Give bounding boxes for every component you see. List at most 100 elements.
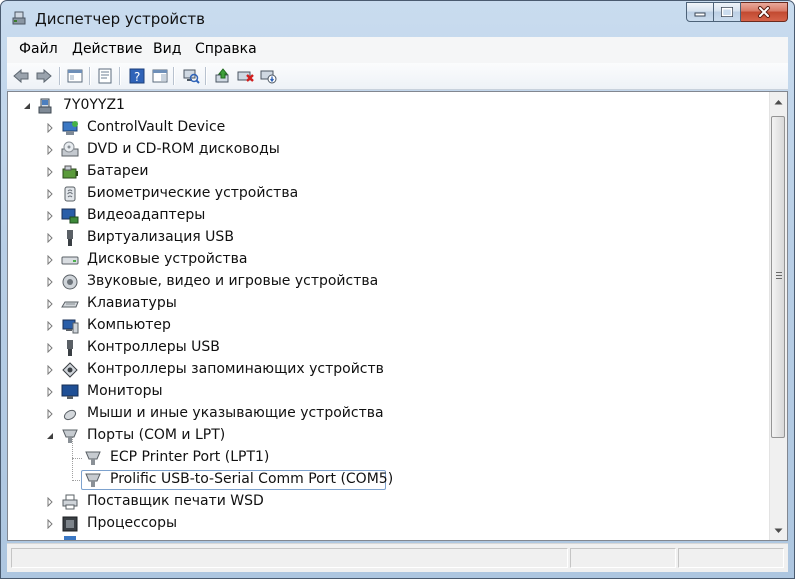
storage-controller-icon bbox=[62, 362, 78, 378]
keyboard-icon bbox=[61, 301, 79, 308]
disable-button[interactable] bbox=[259, 66, 279, 86]
back-button[interactable] bbox=[11, 66, 31, 86]
tree-child-ecp-port[interactable]: ECP Printer Port (LPT1) bbox=[8, 447, 748, 469]
console-tree-button[interactable] bbox=[65, 66, 85, 86]
port-connector-icon bbox=[85, 473, 101, 487]
expand-arrow-icon[interactable] bbox=[45, 365, 55, 375]
scan-hardware-button[interactable] bbox=[181, 66, 201, 86]
tree-item-ports[interactable]: Порты (COM и LPT) bbox=[8, 425, 748, 447]
tree-item-computer[interactable]: Компьютер bbox=[8, 315, 748, 337]
tree-item-usb-controllers[interactable]: Контроллеры USB bbox=[8, 337, 748, 359]
tree-item-biometric[interactable]: Биометрические устройства bbox=[8, 183, 748, 205]
tree-item-label: Батареи bbox=[87, 163, 149, 179]
expand-arrow-icon[interactable] bbox=[45, 145, 55, 155]
window-title: Диспетчер устройств bbox=[35, 10, 206, 28]
tree-item-keyboards[interactable]: Клавиатуры bbox=[8, 293, 748, 315]
uninstall-button[interactable] bbox=[236, 66, 256, 86]
console-tree-icon bbox=[67, 69, 83, 83]
tree-item-usb-virtualization[interactable]: Виртуализация USB bbox=[8, 227, 748, 249]
update-driver-button[interactable] bbox=[213, 66, 233, 86]
expand-arrow-icon[interactable] bbox=[45, 497, 55, 507]
close-button[interactable] bbox=[741, 2, 788, 22]
tree-item-storage-controllers[interactable]: Контроллеры запоминающих устройств bbox=[8, 359, 748, 381]
device-tree[interactable]: 7Y0YYZ1 ControlVault Device DVD и CD-ROM… bbox=[8, 92, 764, 540]
collapse-arrow-icon[interactable] bbox=[22, 101, 32, 111]
properties-icon bbox=[98, 68, 112, 84]
scroll-thumb[interactable] bbox=[771, 116, 785, 438]
tree-item-processors[interactable]: Процессоры bbox=[8, 513, 748, 535]
toolbar-separator bbox=[205, 67, 207, 85]
expand-arrow-icon[interactable] bbox=[45, 233, 55, 243]
update-driver-icon bbox=[215, 68, 229, 83]
tree-item-label: Поставщик печати WSD bbox=[87, 493, 264, 509]
tree-item-sound[interactable]: Звуковые, видео и игровые устройства bbox=[8, 271, 748, 293]
tree-item-label: Порты (COM и LPT) bbox=[87, 427, 226, 443]
computer-icon bbox=[38, 98, 52, 114]
expand-arrow-icon[interactable] bbox=[45, 123, 55, 133]
tree-item-label: Процессоры bbox=[87, 515, 178, 531]
port-connector-icon bbox=[85, 451, 101, 465]
maximize-icon bbox=[721, 7, 733, 17]
device-manager-icon bbox=[12, 11, 26, 25]
close-icon bbox=[758, 6, 770, 18]
help-button[interactable]: ? bbox=[127, 66, 147, 86]
expand-arrow-icon[interactable] bbox=[45, 277, 55, 287]
toolbar-separator bbox=[119, 67, 121, 85]
expand-arrow-icon[interactable] bbox=[45, 387, 55, 397]
tree-item-label: DVD и CD-ROM дисководы bbox=[87, 141, 280, 157]
expand-arrow-icon[interactable] bbox=[45, 299, 55, 309]
tree-item-label: Prolific USB-to-Serial Comm Port (COM5) bbox=[110, 471, 394, 487]
arrow-down-icon bbox=[774, 528, 783, 533]
tree-item-disk-drives[interactable]: Дисковые устройства bbox=[8, 249, 748, 271]
show-hide-button[interactable] bbox=[150, 66, 170, 86]
collapse-arrow-icon[interactable] bbox=[45, 431, 55, 441]
expand-arrow-icon[interactable] bbox=[45, 211, 55, 221]
expand-arrow-icon[interactable] bbox=[45, 343, 55, 353]
tree-root[interactable]: 7Y0YYZ1 bbox=[8, 95, 748, 117]
expand-arrow-icon[interactable] bbox=[45, 189, 55, 199]
forward-button[interactable] bbox=[34, 66, 54, 86]
scroll-down-button[interactable] bbox=[771, 522, 786, 539]
status-panel bbox=[570, 548, 676, 568]
status-panel bbox=[11, 548, 568, 568]
properties-button[interactable] bbox=[95, 66, 115, 86]
expand-arrow-icon[interactable] bbox=[45, 519, 55, 529]
tree-item-label: ControlVault Device bbox=[87, 119, 226, 135]
vertical-scrollbar[interactable] bbox=[769, 92, 787, 540]
toolbar-separator bbox=[59, 67, 61, 85]
tree-item-wsd-print[interactable]: Поставщик печати WSD bbox=[8, 491, 748, 513]
back-icon bbox=[13, 68, 29, 84]
tree-item-label: Видеоадаптеры bbox=[87, 207, 206, 223]
expand-arrow-icon[interactable] bbox=[45, 321, 55, 331]
tree-item-label: Клавиатуры bbox=[87, 295, 177, 311]
expand-arrow-icon[interactable] bbox=[45, 255, 55, 265]
usb-plug-icon bbox=[67, 230, 73, 246]
tree-item-display-adapters[interactable]: Видеоадаптеры bbox=[8, 205, 748, 227]
disable-icon bbox=[260, 70, 277, 84]
device-tree-pane: 7Y0YYZ1 ControlVault Device DVD и CD-ROM… bbox=[7, 91, 788, 541]
tree-item-controlvault[interactable]: ControlVault Device bbox=[8, 117, 748, 139]
tree-item-mice[interactable]: Мыши и иные указывающие устройства bbox=[8, 403, 748, 425]
caption-buttons bbox=[686, 2, 788, 23]
menu-file[interactable]: Файл bbox=[19, 41, 58, 57]
usb-plug-icon bbox=[67, 340, 73, 356]
title-bar[interactable]: Диспетчер устройств bbox=[1, 1, 794, 35]
tree-item-monitors[interactable]: Мониторы bbox=[8, 381, 748, 403]
tree-child-prolific-port[interactable]: Prolific USB-to-Serial Comm Port (COM5) bbox=[8, 469, 748, 491]
scroll-up-button[interactable] bbox=[771, 93, 786, 110]
menu-action[interactable]: Действие bbox=[72, 41, 142, 57]
device-manager-window: Диспетчер устройств Файл Действие Вид Сп… bbox=[0, 0, 795, 579]
expand-arrow-icon[interactable] bbox=[45, 409, 55, 419]
maximize-button[interactable] bbox=[714, 2, 741, 22]
menu-view[interactable]: Вид bbox=[153, 41, 181, 57]
computer-icon bbox=[62, 319, 79, 334]
monitor-icon bbox=[61, 384, 79, 399]
expand-arrow-icon[interactable] bbox=[45, 167, 55, 177]
tree-item-label: Биометрические устройства bbox=[87, 185, 299, 201]
tree-item-dvd[interactable]: DVD и CD-ROM дисководы bbox=[8, 139, 748, 161]
menu-help[interactable]: Справка bbox=[195, 41, 257, 57]
tree-item-label: Контроллеры USB bbox=[87, 339, 220, 355]
tree-item-batteries[interactable]: Батареи bbox=[8, 161, 748, 183]
tree-item-label: Компьютер bbox=[87, 317, 171, 333]
minimize-button[interactable] bbox=[686, 2, 714, 22]
